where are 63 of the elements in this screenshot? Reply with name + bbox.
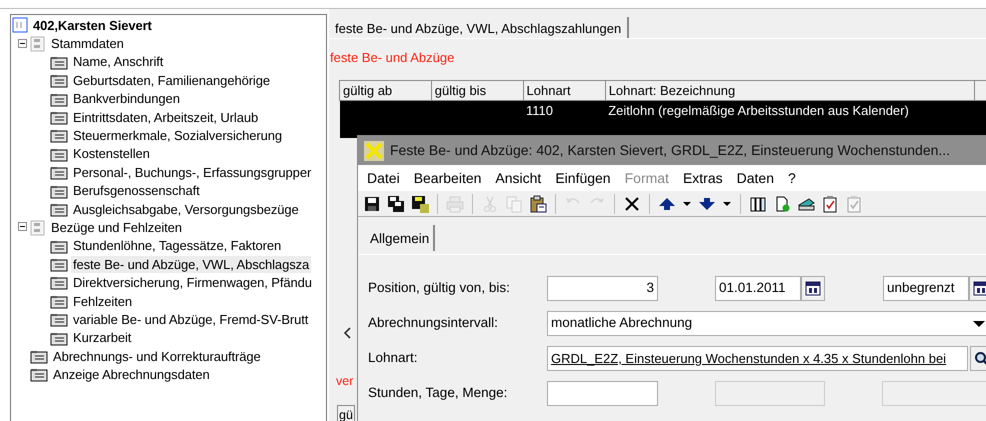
- field-label: Abrechnungsintervall:: [368, 314, 499, 332]
- input-field[interactable]: 3: [547, 276, 658, 301]
- tree-item[interactable]: Bezüge und Fehlzeiten: [49, 218, 184, 236]
- field-label: Position, gültig von, bis:: [368, 279, 511, 298]
- menu-item[interactable]: ?: [781, 168, 803, 188]
- date-field[interactable]: unbegrenzt: [883, 276, 969, 301]
- tree-item[interactable]: Abrechnungs- und Korrekturaufträge: [51, 348, 263, 365]
- column-header: gültig bis: [431, 80, 524, 100]
- field-label: Lohnart:: [368, 349, 419, 368]
- calendar-button[interactable]: [969, 276, 986, 301]
- tree-item[interactable]: Ausgleichsabgabe, Versorgungsbezüge: [71, 200, 301, 218]
- menu-item[interactable]: Ansicht: [488, 168, 548, 188]
- window-title: Feste Be- und Abzüge: 402, Karsten Sievert, GRDL_E2Z, Einsteuerung Wochenstunden...: [390, 141, 950, 160]
- menu-item[interactable]: Daten: [730, 168, 781, 188]
- close-icon[interactable]: [623, 194, 641, 212]
- dropdown-caret-icon: [973, 320, 985, 328]
- tree-item[interactable]: Kostenstellen: [71, 145, 152, 162]
- menu-item[interactable]: Datei: [360, 168, 407, 188]
- menu-item[interactable]: Extras: [676, 168, 730, 188]
- input-field[interactable]: [547, 381, 658, 406]
- binder-icon[interactable]: [749, 194, 767, 212]
- search-icon: [974, 350, 986, 366]
- tree-item[interactable]: Bankverbindungen: [71, 90, 182, 108]
- tree-item[interactable]: variable Be- und Abzüge, Fremd-SV-Brutt: [71, 310, 310, 328]
- calendar-button[interactable]: [801, 276, 825, 301]
- calendar-icon: [805, 281, 821, 296]
- tree-item[interactable]: Anzeige Abrechnungsdaten: [51, 366, 212, 384]
- paste-icon[interactable]: [529, 194, 547, 212]
- date-field[interactable]: 01.01.2011: [715, 276, 801, 301]
- column-header: gültig ab: [340, 80, 432, 100]
- tree-item[interactable]: Berufsgenossenschaft: [71, 182, 202, 200]
- section-title: feste Be- und Abzüge: [329, 49, 456, 67]
- dropdown-field[interactable]: monatliche Abrechnung: [547, 311, 986, 336]
- save-icon[interactable]: [363, 194, 381, 212]
- tree-item[interactable]: Geburtsdaten, Familienangehörige: [71, 72, 272, 89]
- tree-item[interactable]: Eintrittsdaten, Arbeitszeit, Urlaub: [71, 108, 260, 126]
- section-title: ver: [336, 373, 354, 390]
- calendar-icon: [973, 281, 986, 296]
- column-header: Lohnart: Bezeichnung: [605, 80, 974, 100]
- tree-item[interactable]: Direktversicherung, Firmenwagen, Pfändu: [71, 274, 314, 292]
- field-label: Stunden, Tage, Menge:: [368, 384, 508, 402]
- table-cell: 1110: [526, 103, 554, 118]
- app-logo-icon: [364, 140, 384, 160]
- table-cell: Zeitlohn (regelmäßige Arbeitsstunden aus Kalender): [608, 103, 909, 118]
- clipboard-icon[interactable]: [821, 194, 839, 212]
- tree-item[interactable]: Name, Anschrift: [71, 53, 166, 70]
- column-header: Lohnart: [523, 80, 606, 100]
- tree-root-label[interactable]: 402,Karsten Sievert: [31, 16, 154, 34]
- save-icon[interactable]: [387, 194, 405, 212]
- menu-item[interactable]: Einfügen: [548, 168, 618, 188]
- lookup-field[interactable]: GRDL_E2Z, Einsteuerung Wochenstunden x 4.35 x Stundenlohn bei: [547, 346, 968, 371]
- tree-item[interactable]: feste Be- und Abzüge, VWL, Abschlagsza: [71, 256, 312, 273]
- tree-item[interactable]: Stundenlöhne, Tagessätze, Faktoren: [71, 237, 284, 254]
- save-icon[interactable]: [411, 194, 429, 212]
- collapse-icon[interactable]: [18, 222, 28, 232]
- tree-item[interactable]: Steuermerkmale, Sozialversicherung: [71, 127, 284, 144]
- tree-item[interactable]: Stammdaten: [49, 35, 126, 52]
- chevron-left-icon: [344, 327, 352, 339]
- tree-item[interactable]: Personal-, Buchungs-, Erfassungsgrupper: [71, 164, 314, 181]
- tree-item[interactable]: Fehlzeiten: [71, 292, 134, 310]
- collapse-icon[interactable]: [18, 38, 28, 49]
- tree-item[interactable]: Kurzarbeit: [71, 329, 134, 346]
- menu-item[interactable]: Bearbeiten: [406, 168, 488, 188]
